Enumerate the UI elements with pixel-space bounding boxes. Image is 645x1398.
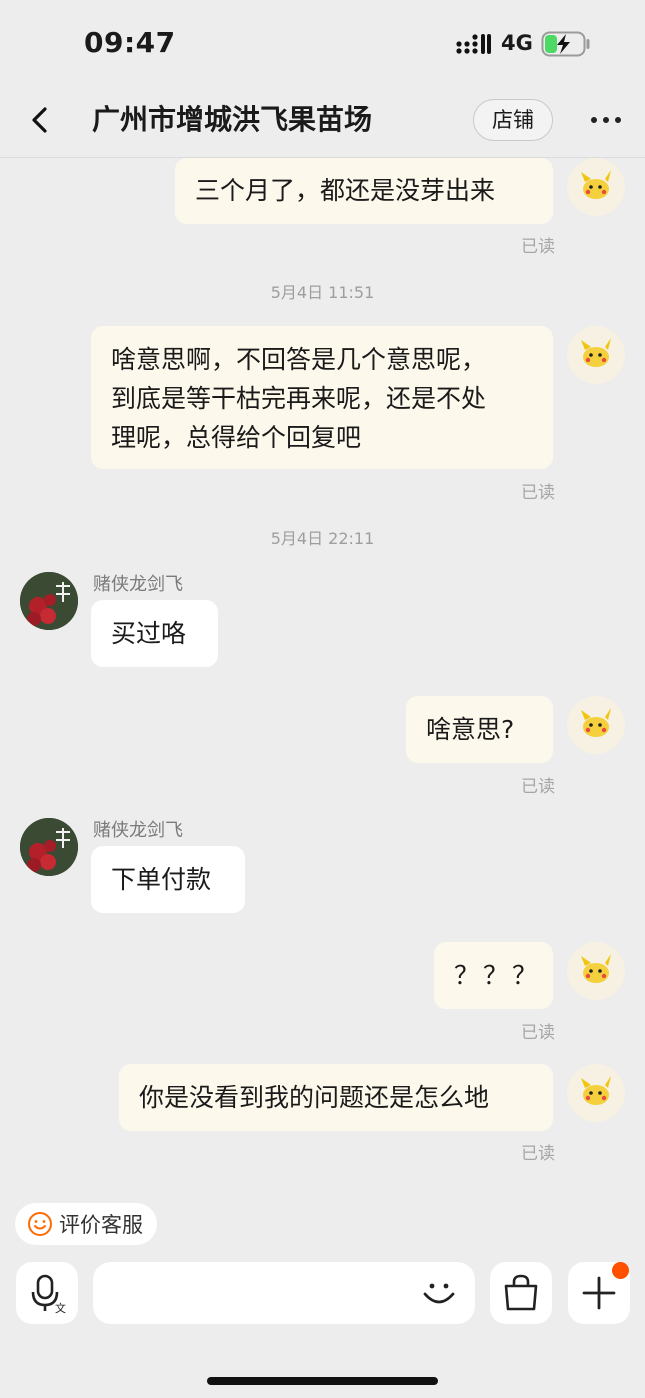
- back-arrow-icon[interactable]: [22, 102, 58, 138]
- smile-icon: [28, 1212, 52, 1236]
- my-message-bubble[interactable]: 啥意思?: [406, 696, 553, 763]
- my-avatar[interactable]: [567, 942, 625, 1000]
- battery-charging-icon: [541, 31, 590, 57]
- more-icon[interactable]: [590, 110, 622, 130]
- notification-badge: [612, 1262, 629, 1279]
- network-type: 4G: [501, 31, 533, 55]
- svg-text:文: 文: [55, 1301, 66, 1315]
- sender-name: 赌侠龙剑飞: [93, 820, 183, 841]
- seller-avatar[interactable]: [20, 572, 78, 630]
- emoji-icon[interactable]: [420, 1274, 458, 1312]
- sender-name: 赌侠龙剑飞: [93, 574, 183, 595]
- status-bar: 09:47 4G: [0, 0, 645, 88]
- seller-message-bubble[interactable]: 下单付款: [91, 846, 245, 913]
- status-time: 09:47: [84, 26, 176, 59]
- read-status: 已读: [521, 1144, 555, 1164]
- read-status: 已读: [521, 1023, 555, 1043]
- my-avatar[interactable]: [567, 158, 625, 216]
- message-text: 啥意思?: [426, 715, 515, 744]
- home-indicator[interactable]: [207, 1377, 438, 1385]
- lychee-avatar-icon: [20, 572, 78, 630]
- rate-service-label: 评价客服: [59, 1213, 143, 1237]
- my-message-bubble[interactable]: 你是没看到我的问题还是怎么地: [119, 1064, 553, 1131]
- my-message-bubble[interactable]: 三个月了，都还是没芽出来: [175, 158, 553, 224]
- shopping-bag-button[interactable]: [490, 1262, 552, 1324]
- seller-avatar[interactable]: [20, 818, 78, 876]
- seller-message-bubble[interactable]: 买过咯: [91, 600, 218, 667]
- pikachu-avatar-icon: [581, 338, 611, 367]
- lychee-avatar-icon: [20, 818, 78, 876]
- shop-button[interactable]: 店铺: [473, 99, 553, 141]
- rate-service-button[interactable]: 评价客服: [15, 1203, 157, 1245]
- message-text-line: 到底是等干枯完再来呢，还是不处: [111, 384, 487, 413]
- message-text: 三个月了，都还是没芽出来: [195, 176, 496, 205]
- voice-input-button[interactable]: 文: [16, 1262, 78, 1324]
- message-text: 你是没看到我的问题还是怎么地: [139, 1083, 490, 1112]
- read-status: 已读: [521, 237, 555, 257]
- pikachu-avatar-icon: [581, 170, 611, 199]
- pikachu-avatar-icon: [581, 1076, 611, 1105]
- my-avatar[interactable]: [567, 696, 625, 754]
- microphone-icon: 文: [31, 1274, 66, 1315]
- my-avatar[interactable]: [567, 1064, 625, 1122]
- chat-header: 广州市增城洪飞果苗场 店铺: [0, 88, 645, 158]
- my-avatar[interactable]: [567, 326, 625, 384]
- message-text: ？？？: [454, 961, 542, 990]
- timestamp: 5月4日 22:11: [270, 529, 375, 548]
- shop-title: 广州市增城洪飞果苗场: [92, 103, 373, 136]
- message-text: 下单付款: [111, 865, 212, 894]
- read-status: 已读: [521, 777, 555, 797]
- message-text: 买过咯: [111, 619, 187, 648]
- pikachu-avatar-icon: [581, 708, 611, 737]
- chat-message-list[interactable]: 三个月了，都还是没芽出来 已读 5月4日 11:51 啥意思啊，不回答是几个意思…: [0, 158, 645, 1190]
- message-text-line: 理呢，总得给个回复吧: [111, 423, 362, 452]
- timestamp: 5月4日 11:51: [270, 283, 375, 302]
- input-bar: 文: [0, 1262, 645, 1324]
- read-status: 已读: [521, 483, 555, 503]
- message-text-line: 啥意思啊，不回答是几个意思呢，: [111, 345, 487, 374]
- message-input[interactable]: [93, 1262, 475, 1324]
- shopping-bag-icon: [504, 1274, 538, 1311]
- my-message-bubble[interactable]: 啥意思啊，不回答是几个意思呢， 到底是等干枯完再来呢，还是不处 理呢，总得给个回…: [91, 326, 553, 469]
- signal-icon: [456, 34, 491, 54]
- my-message-bubble[interactable]: ？？？: [434, 942, 553, 1009]
- pikachu-avatar-icon: [581, 954, 611, 983]
